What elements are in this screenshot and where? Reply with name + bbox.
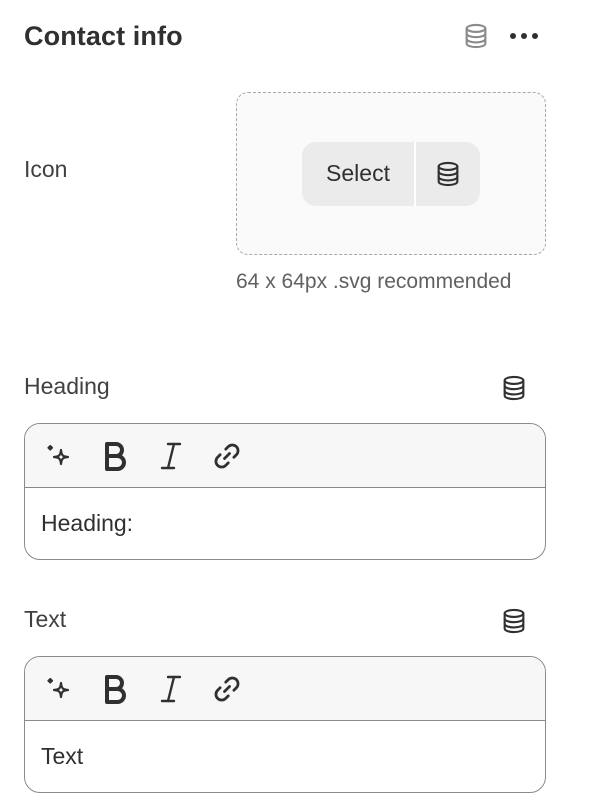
italic-button[interactable] [151,436,191,476]
icon-field-label: Icon [24,156,68,182]
magic-sparkle-icon [45,442,73,470]
dynamic-source-button[interactable] [456,16,496,56]
select-button[interactable]: Select [302,141,414,206]
database-icon [500,607,528,635]
magic-button[interactable] [39,436,79,476]
more-horizontal-icon [509,31,539,41]
panel-header: Contact info [24,16,544,56]
database-icon [462,22,490,50]
text-field-label: Text [24,606,67,632]
magic-sparkle-icon [45,675,73,703]
heading-field-label: Heading [24,373,110,399]
heading-text-input[interactable]: Heading: [25,488,545,559]
text-rich-text-editor: Text [24,656,546,793]
italic-icon [159,441,183,471]
icon-dropzone[interactable]: Select [236,92,546,255]
magic-button[interactable] [39,669,79,709]
icon-size-hint: 64 x 64px .svg recommended [236,270,512,293]
more-actions-button[interactable] [504,16,544,56]
header-actions [456,16,544,56]
heading-editor-toolbar [25,424,545,488]
heading-dynamic-source-button[interactable] [494,368,534,408]
select-button-group: Select [302,141,480,206]
text-dynamic-source-button[interactable] [494,601,534,641]
heading-rich-text-editor: Heading: [24,423,546,560]
link-button[interactable] [207,436,247,476]
link-icon [212,674,242,704]
bold-icon [102,674,128,704]
icon-dynamic-source-button[interactable] [415,141,480,206]
bold-icon [102,441,128,471]
text-text-input[interactable]: Text [25,721,545,792]
database-icon [500,374,528,402]
bold-button[interactable] [95,436,135,476]
bold-button[interactable] [95,669,135,709]
italic-button[interactable] [151,669,191,709]
text-editor-toolbar [25,657,545,721]
italic-icon [159,674,183,704]
link-button[interactable] [207,669,247,709]
database-icon [434,160,462,188]
panel-title: Contact info [24,20,183,51]
link-icon [212,441,242,471]
